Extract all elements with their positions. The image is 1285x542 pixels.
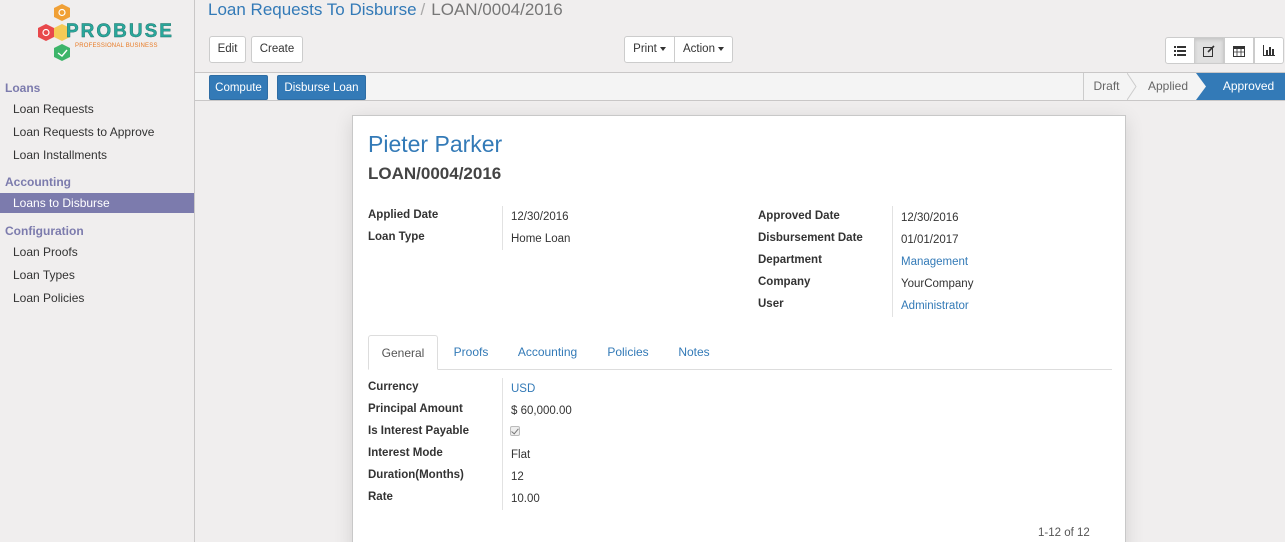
menu-item-loan-policies[interactable]: Loan Policies [0,288,194,309]
compute-button[interactable]: Compute [209,75,268,100]
form-edit-icon [1203,44,1215,57]
print-dropdown[interactable]: Print [624,36,675,63]
menu-item-loan-types[interactable]: Loan Types [0,265,194,286]
loan-type-value: Home Loan [511,233,571,245]
action-dropdown[interactable]: Action [674,36,733,63]
interest-payable-checkbox [510,426,520,436]
list-view-button[interactable] [1165,37,1195,64]
applied-date-value: 12/30/2016 [511,211,569,223]
print-label: Print [633,43,657,55]
edit-button[interactable]: Edit [209,36,246,63]
field-separator [502,378,503,510]
probuse-logo[interactable]: PROBUSE PROFESSIONAL BUSINESS [35,2,172,68]
loan-type-label: Loan Type [368,231,425,243]
sidebar: PROBUSE PROFESSIONAL BUSINESS Loans Loan… [0,0,195,542]
field-separator [892,206,893,317]
logo-subtitle: PROFESSIONAL BUSINESS [75,43,158,49]
user-link[interactable]: Administrator [901,300,969,312]
list-icon [1174,45,1186,56]
stage-applied[interactable]: Applied [1138,73,1198,100]
department-link[interactable]: Management [901,256,968,268]
disbursement-date-value: 01/01/2017 [901,234,959,246]
breadcrumb-parent-link[interactable]: Loan Requests To Disburse [208,0,417,19]
disbursement-date-label: Disbursement Date [758,232,863,244]
interest-payable-label: Is Interest Payable [368,425,469,437]
rate-value: 10.00 [511,493,540,505]
action-label: Action [683,43,715,55]
currency-label: Currency [368,381,419,393]
menu-item-loans-to-disburse[interactable]: Loans to Disburse [0,193,194,213]
breadcrumb-separator: / [420,0,426,19]
menu-item-loan-installments[interactable]: Loan Installments [0,145,194,166]
approved-date-value: 12/30/2016 [901,212,959,224]
principal-amount-value: $ 60,000.00 [511,405,572,417]
stage-arrow-icon [1127,73,1137,100]
loan-reference: LOAN/0004/2016 [368,164,502,183]
statusbar: Compute Disburse Loan Draft Applied Appr… [195,72,1285,101]
company-value: YourCompany [901,278,974,290]
menu-item-loan-proofs[interactable]: Loan Proofs [0,242,194,263]
duration-value: 12 [511,471,524,483]
user-label: User [758,298,784,310]
form-view-button[interactable] [1194,37,1224,64]
currency-link[interactable]: USD [511,383,535,395]
tab-proofs[interactable]: Proofs [443,335,499,370]
calendar-icon [1233,45,1245,57]
breadcrumb: Loan Requests To Disburse / LOAN/0004/2016 [208,0,563,22]
interest-mode-label: Interest Mode [368,447,443,459]
calendar-view-button[interactable] [1224,37,1254,64]
bar-chart-icon [1263,45,1275,56]
applied-date-label: Applied Date [368,209,439,221]
graph-view-button[interactable] [1254,37,1284,64]
tab-notes[interactable]: Notes [668,335,720,370]
menu-section-accounting: Accounting [5,175,71,189]
principal-amount-label: Principal Amount [368,403,463,415]
menu-item-loan-requests[interactable]: Loan Requests [0,99,194,120]
borrower-name: Pieter Parker [368,131,503,157]
caret-down-icon [659,46,666,51]
field-separator [502,206,503,250]
stage-approved[interactable]: Approved [1208,73,1285,100]
approved-date-label: Approved Date [758,210,840,222]
company-label: Company [758,276,811,288]
duration-label: Duration(Months) [368,469,464,481]
caret-down-icon [717,46,724,51]
tab-general[interactable]: General [368,335,438,370]
rate-label: Rate [368,491,393,503]
department-label: Department [758,254,822,266]
interest-mode-value: Flat [511,449,531,461]
disburse-loan-button[interactable]: Disburse Loan [277,75,366,100]
stage-draft[interactable]: Draft [1084,73,1129,100]
tab-accounting[interactable]: Accounting [507,335,588,370]
logo-text: PROBUSE [66,21,174,42]
breadcrumb-current: LOAN/0004/2016 [431,0,563,19]
pager: 1-12 of 12 [1038,527,1090,539]
menu-item-loan-requests-to-approve[interactable]: Loan Requests to Approve [0,122,194,143]
create-button[interactable]: Create [251,36,303,63]
menu-section-loans: Loans [5,81,41,95]
menu-section-configuration: Configuration [5,224,84,238]
tab-policies[interactable]: Policies [597,335,659,370]
